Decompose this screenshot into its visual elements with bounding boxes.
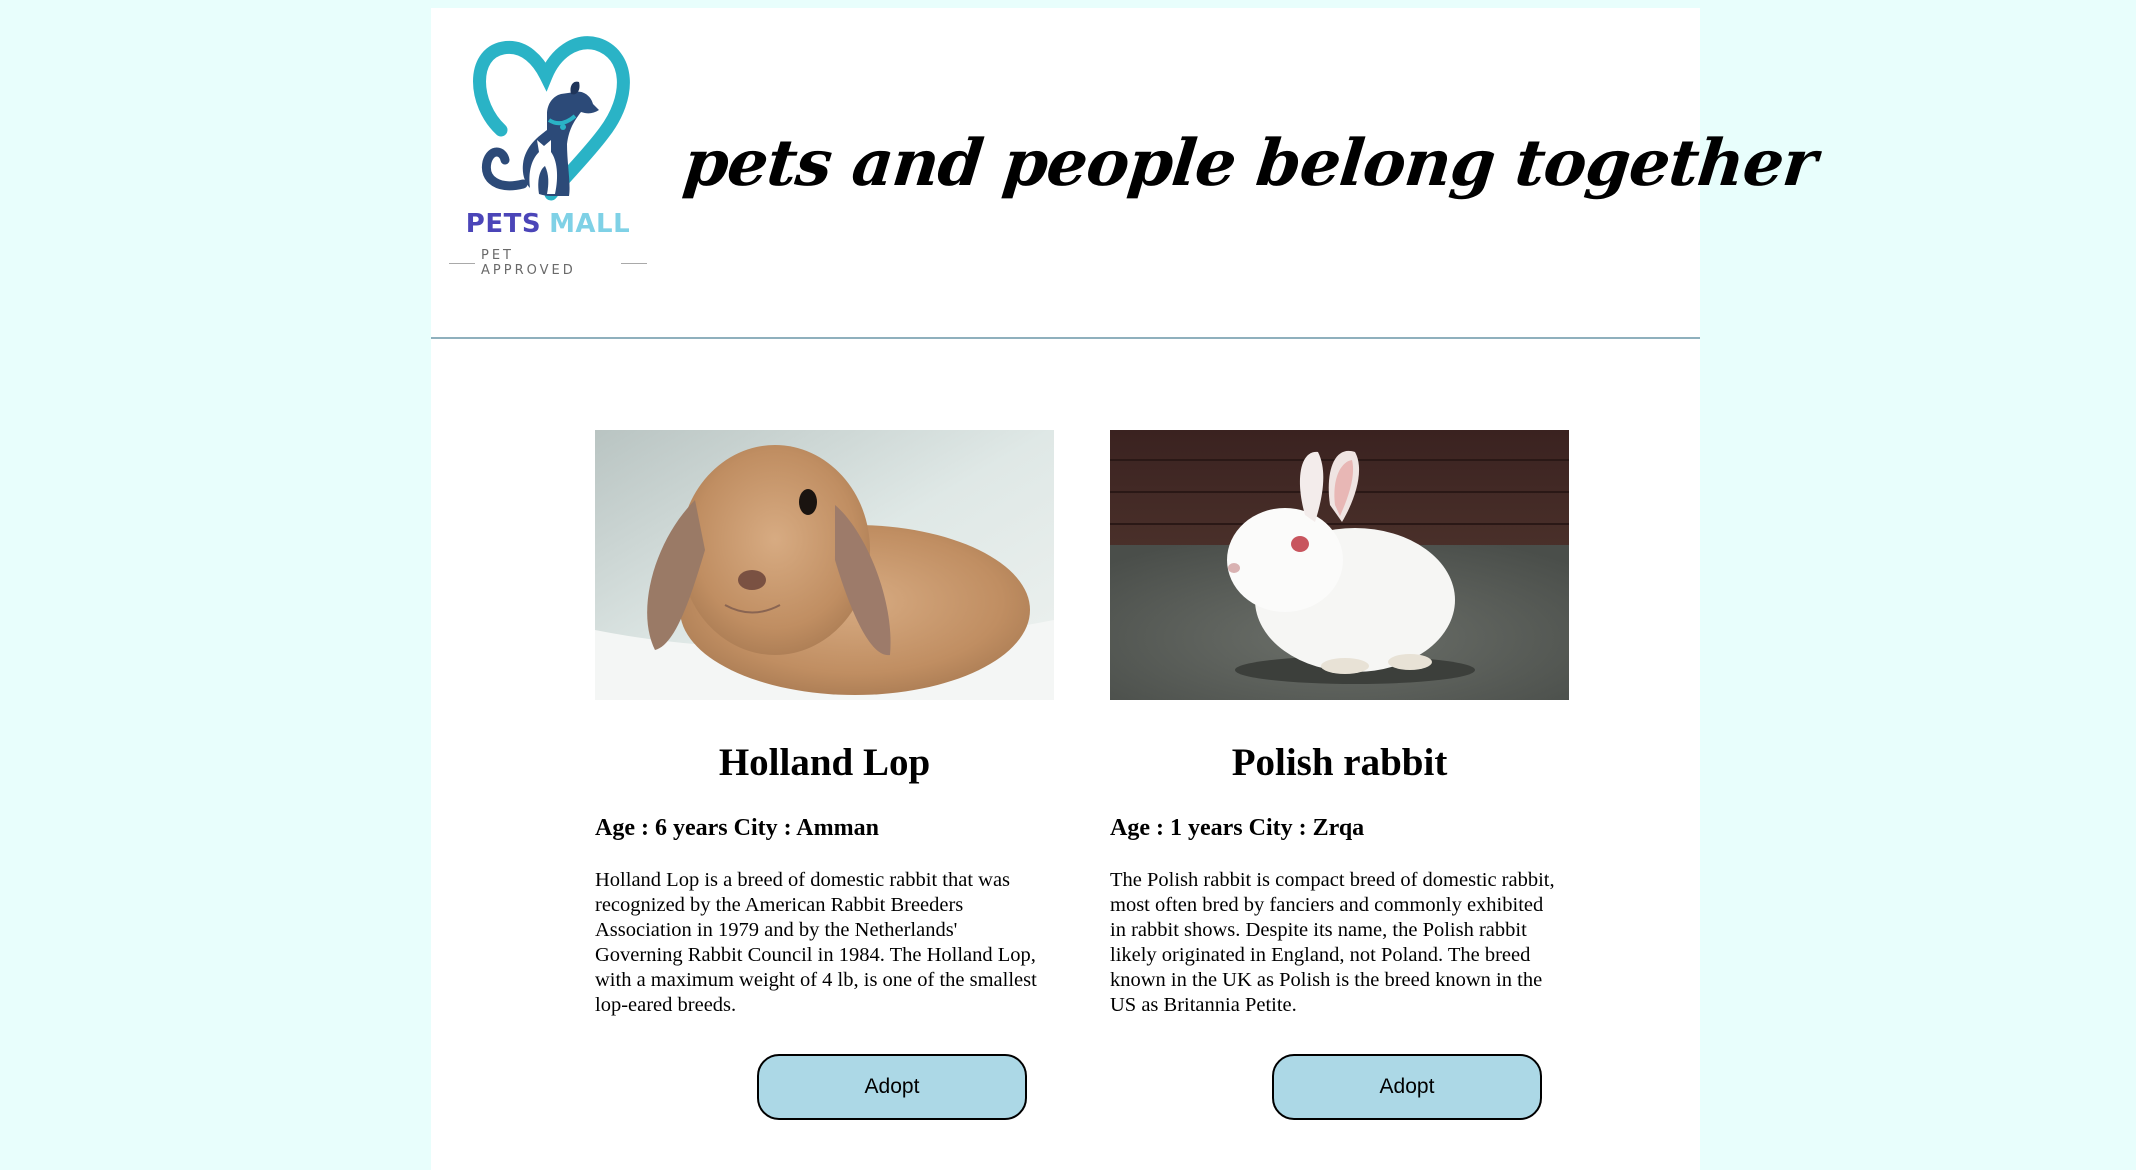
logo-rule-right bbox=[621, 262, 647, 264]
site-header: PETS MALL PET APPROVED pets and people be… bbox=[431, 8, 1820, 339]
pets-mall-logo[interactable]: PETS MALL PET APPROVED bbox=[443, 34, 653, 284]
pet-card: Holland Lop Age : 6 years City : Amman H… bbox=[595, 430, 1055, 1120]
holland-lop-photo bbox=[595, 430, 1054, 700]
pet-age-city: Age : 6 years City : Amman bbox=[595, 815, 879, 841]
logo-word-mall: MALL bbox=[549, 209, 631, 239]
pet-card: Polish rabbit Age : 1 years City : Zrqa … bbox=[1110, 430, 1570, 1120]
pet-description: Holland Lop is a breed of domestic rabbi… bbox=[595, 869, 1037, 1016]
pet-description: The Polish rabbit is compact breed of do… bbox=[1110, 869, 1555, 1016]
adopt-button[interactable]: Adopt bbox=[757, 1054, 1027, 1120]
logo-rule-left bbox=[449, 262, 475, 264]
page-container: PETS MALL PET APPROVED pets and people be… bbox=[431, 8, 1820, 1170]
heart-pet-logo-icon bbox=[473, 36, 630, 201]
logo-word-pets: PETS bbox=[465, 209, 542, 239]
logo-subtitle: PET APPROVED bbox=[443, 248, 653, 278]
logo-subtitle-text: PET APPROVED bbox=[481, 248, 576, 278]
polish-rabbit-photo bbox=[1110, 430, 1569, 700]
pet-name: Holland Lop bbox=[718, 741, 931, 784]
pet-age-city: Age : 1 years City : Zrqa bbox=[1110, 815, 1365, 841]
pet-name: Polish rabbit bbox=[1231, 741, 1448, 784]
logo-wordmark: PETS MALL bbox=[443, 209, 653, 239]
adopt-button[interactable]: Adopt bbox=[1272, 1054, 1542, 1120]
site-tagline: pets and people belong together bbox=[680, 126, 1820, 201]
